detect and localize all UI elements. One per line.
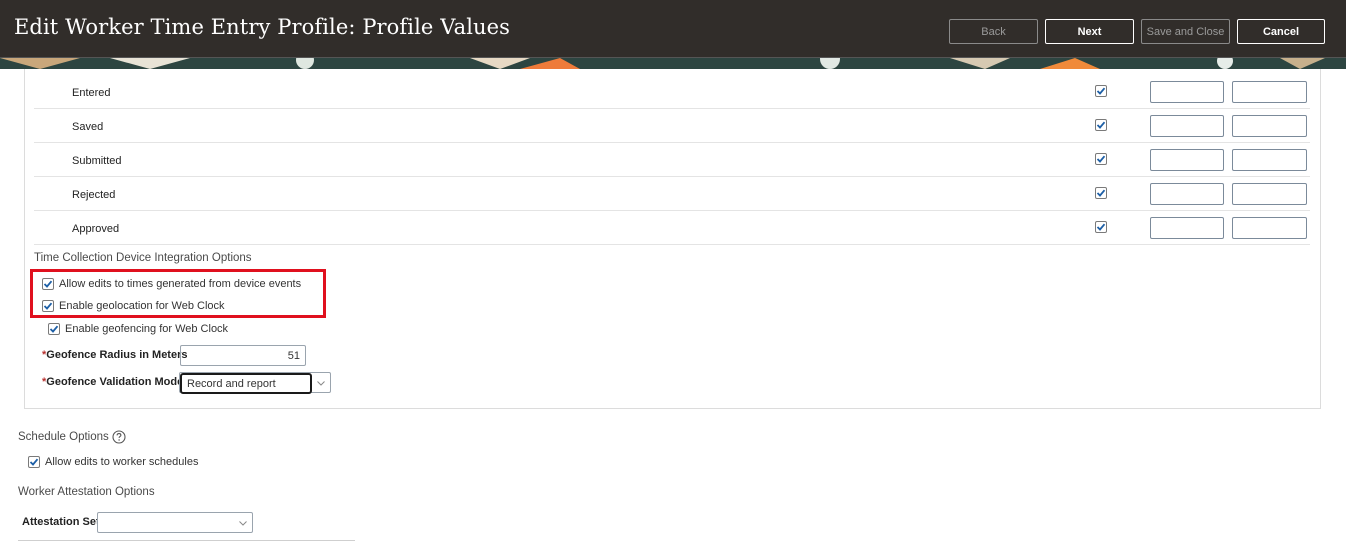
- allow-schedule-edits-checkbox[interactable]: [28, 456, 40, 468]
- attestation-set-select[interactable]: [97, 512, 253, 533]
- geofence-radius-label: *Geofence Radius in Meters: [42, 349, 188, 361]
- status-row: Entered: [34, 75, 1310, 109]
- geofence-radius-input[interactable]: 51: [180, 345, 306, 366]
- chevron-down-icon: [317, 381, 325, 386]
- checkmark-icon: [43, 302, 53, 310]
- page-title: Edit Worker Time Entry Profile: Profile …: [14, 15, 511, 39]
- status-label: Saved: [72, 121, 104, 133]
- status-label: Approved: [72, 223, 120, 235]
- status-row: Submitted: [34, 143, 1310, 177]
- status-text-field[interactable]: [1232, 81, 1307, 103]
- geofence-validation-label-text: Geofence Validation Mode: [46, 376, 184, 388]
- checkmark-icon: [1096, 189, 1106, 197]
- back-button[interactable]: Back: [949, 19, 1038, 44]
- status-text-field[interactable]: [1232, 217, 1307, 239]
- status-text-field[interactable]: [1150, 115, 1224, 137]
- attestation-section-title: Worker Attestation Options: [18, 486, 155, 498]
- attestation-set-label: Attestation Set: [22, 516, 100, 528]
- checkmark-icon: [49, 325, 59, 333]
- status-row: Rejected: [34, 177, 1310, 211]
- cancel-button[interactable]: Cancel: [1237, 19, 1325, 44]
- enable-geofencing-checkbox[interactable]: [48, 323, 60, 335]
- status-text-field[interactable]: [1150, 149, 1224, 171]
- status-row: Approved: [34, 211, 1310, 245]
- device-integration-section-title: Time Collection Device Integration Optio…: [34, 252, 252, 264]
- status-text-field[interactable]: [1232, 149, 1307, 171]
- allow-device-edits-checkbox[interactable]: [42, 278, 54, 290]
- status-checkbox[interactable]: [1095, 187, 1107, 199]
- section-divider: [18, 540, 355, 541]
- geofence-validation-value: Record and report: [180, 373, 312, 394]
- status-text-field[interactable]: [1150, 183, 1224, 205]
- status-label: Rejected: [72, 189, 116, 201]
- allow-schedule-edits-option[interactable]: Allow edits to worker schedules: [28, 456, 198, 468]
- geofence-validation-select[interactable]: Record and report: [179, 372, 331, 394]
- status-text-field[interactable]: [1232, 183, 1307, 205]
- status-text-field[interactable]: [1150, 217, 1224, 239]
- checkmark-icon: [29, 458, 39, 466]
- allow-device-edits-option[interactable]: Allow edits to times generated from devi…: [42, 278, 301, 290]
- status-label: Submitted: [72, 155, 122, 167]
- enable-geolocation-option[interactable]: Enable geolocation for Web Clock: [42, 300, 225, 312]
- help-icon[interactable]: [112, 430, 126, 444]
- enable-geolocation-checkbox[interactable]: [42, 300, 54, 312]
- checkmark-icon: [43, 280, 53, 288]
- geofence-radius-label-text: Geofence Radius in Meters: [46, 349, 188, 361]
- allow-schedule-edits-label: Allow edits to worker schedules: [45, 456, 199, 468]
- allow-device-edits-label: Allow edits to times generated from devi…: [59, 278, 302, 290]
- status-checkbox[interactable]: [1095, 153, 1107, 165]
- decorative-banner: [0, 58, 1346, 69]
- status-checkbox[interactable]: [1095, 85, 1107, 97]
- next-button[interactable]: Next: [1045, 19, 1134, 44]
- status-text-field[interactable]: [1232, 115, 1307, 137]
- save-and-close-button[interactable]: Save and Close: [1141, 19, 1230, 44]
- geofence-validation-label: *Geofence Validation Mode: [42, 376, 183, 388]
- checkmark-icon: [1096, 87, 1106, 95]
- chevron-down-icon: [239, 521, 247, 526]
- page-header: Edit Worker Time Entry Profile: Profile …: [0, 0, 1346, 58]
- checkmark-icon: [1096, 155, 1106, 163]
- status-checkbox[interactable]: [1095, 221, 1107, 233]
- checkmark-icon: [1096, 121, 1106, 129]
- checkmark-icon: [1096, 223, 1106, 231]
- enable-geolocation-label: Enable geolocation for Web Clock: [59, 300, 225, 312]
- status-label: Entered: [72, 87, 111, 99]
- schedule-section-title: Schedule Options: [18, 431, 109, 443]
- status-checkbox[interactable]: [1095, 119, 1107, 131]
- enable-geofencing-option[interactable]: Enable geofencing for Web Clock: [48, 323, 228, 335]
- status-row: Saved: [34, 109, 1310, 143]
- enable-geofencing-label: Enable geofencing for Web Clock: [65, 323, 229, 335]
- status-text-field[interactable]: [1150, 81, 1224, 103]
